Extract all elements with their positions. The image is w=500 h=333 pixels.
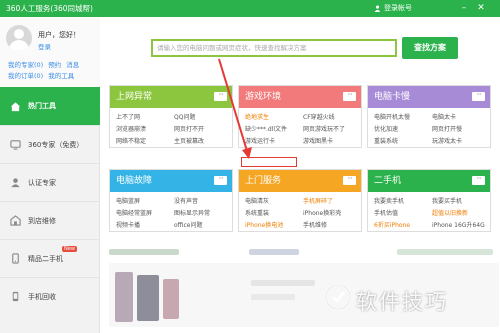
- blurred-thumbnail: [115, 272, 133, 322]
- blurred-promo-text: [397, 249, 493, 255]
- user-links-row-1: 我的专家(0) 预约 消息: [8, 59, 79, 69]
- card-link[interactable]: 没有声音: [174, 196, 230, 205]
- user-greeting: 用户，您好！: [38, 31, 80, 39]
- card-link[interactable]: 我要卖手机: [374, 196, 430, 205]
- card-title: 上门服务: [245, 176, 282, 186]
- my-orders-link[interactable]: 我的订单(0): [8, 70, 43, 80]
- card-link[interactable]: 手机屏碎了: [303, 196, 359, 205]
- card-pc-fault: 电脑故障 ··· 电脑蓝屏 没有声音 电脑经常蓝屏 图标显示异常 视频卡播 of…: [109, 169, 233, 232]
- user-links-row-2: 我的订单(0) 我的工具: [8, 70, 74, 80]
- card-link[interactable]: 手机维修: [303, 220, 359, 229]
- search-input[interactable]: 请输入您的电脑问题或网页症状，快速查找解决方案: [151, 39, 397, 57]
- window-title: 360人工服务(360同城帮): [6, 4, 93, 13]
- card-link[interactable]: 电脑经常蓝屏: [116, 208, 172, 217]
- card-link[interactable]: CF穿越火线: [303, 112, 359, 121]
- card-link[interactable]: office问题: [174, 220, 230, 229]
- card-link[interactable]: 6折买iPhone: [374, 220, 430, 229]
- watermark-text: 软件技巧: [356, 290, 448, 314]
- card-link[interactable]: iPhone 16G升64G: [432, 220, 488, 229]
- sidebar-item-360-expert[interactable]: 360专家（免费）: [0, 125, 100, 163]
- card-link[interactable]: iPhone换电池: [245, 220, 301, 229]
- card-link[interactable]: 网络不稳定: [116, 136, 172, 145]
- more-icon[interactable]: ···: [214, 175, 227, 185]
- new-badge: New: [62, 246, 77, 252]
- sidebar-item-used-phones[interactable]: 精品二手机 New: [0, 239, 100, 277]
- card-link[interactable]: 浏览器崩溃: [116, 124, 172, 133]
- user-panel: 用户，您好！ 登录 我的专家(0) 预约 消息 我的订单(0) 我的工具: [0, 17, 100, 87]
- card-link[interactable]: iPhone换彩壳: [303, 208, 359, 217]
- login-link[interactable]: 登录: [38, 41, 51, 51]
- appointment-link[interactable]: 预约: [48, 59, 61, 69]
- sidebar-item-certified-expert[interactable]: 认证专家: [0, 163, 100, 201]
- card-link[interactable]: 电脑太卡: [432, 112, 488, 121]
- sidebar-item-store-repair[interactable]: 到店维修: [0, 201, 100, 239]
- card-link[interactable]: 手机估值: [374, 208, 430, 217]
- card-link[interactable]: 电脑清灰: [245, 196, 301, 205]
- blurred-promo-text: [251, 294, 295, 300]
- more-icon[interactable]: ···: [472, 91, 485, 101]
- card-link[interactable]: 优化加速: [374, 124, 430, 133]
- blurred-thumbnail: [137, 275, 159, 321]
- arrow-icon: [218, 58, 252, 159]
- card-title: 上网异常: [116, 92, 153, 102]
- watermark-logo-icon: [325, 284, 351, 310]
- user-icon: [374, 5, 381, 12]
- card-onsite-service: 上门服务 ··· 电脑清灰 手机屏碎了 系统重装 iPhone换彩壳 iPhon…: [238, 169, 362, 232]
- close-icon[interactable]: ✕: [475, 2, 487, 14]
- more-icon[interactable]: ···: [343, 175, 356, 185]
- card-link[interactable]: 上不了网: [116, 112, 172, 121]
- certified-icon: [11, 178, 20, 188]
- sidebar-item-label: 热门工具: [28, 102, 56, 110]
- sidebar-item-label: 360专家（免费）: [28, 140, 84, 149]
- card-link[interactable]: 电脑开机太慢: [374, 112, 430, 121]
- avatar[interactable]: [6, 25, 32, 51]
- card-used-phone: 二手机 ··· 我要卖手机 我要买手机 手机估值 超值以旧换新 6折买iPhon…: [367, 169, 491, 232]
- expert-icon: [10, 140, 21, 150]
- login-account-button[interactable]: 登录帐号: [374, 3, 412, 13]
- sidebar-item-label: 到店维修: [28, 216, 56, 225]
- minimize-icon[interactable]: –: [458, 2, 470, 14]
- sidebar-item-label: 手机回收: [28, 292, 56, 301]
- login-label: 登录帐号: [384, 4, 412, 12]
- card-link[interactable]: 视频卡播: [116, 220, 172, 229]
- sidebar-item-phone-recycle[interactable]: 手机回收: [0, 277, 100, 315]
- card-link[interactable]: 网页游戏玩不了: [303, 124, 359, 133]
- sidebar-item-label: 精品二手机: [28, 254, 63, 263]
- phone-icon: [12, 253, 19, 264]
- blurred-promo-text: [249, 249, 299, 255]
- card-title: 电脑故障: [116, 176, 153, 186]
- my-experts-link[interactable]: 我的专家(0): [8, 59, 43, 69]
- my-tools-link[interactable]: 我的工具: [48, 70, 74, 80]
- card-link[interactable]: 网页打开慢: [432, 124, 488, 133]
- search-button[interactable]: 查找方案: [402, 37, 458, 59]
- main-content: 请输入您的电脑问题或网页症状，快速查找解决方案 查找方案 上网异常 ··· 上不…: [101, 17, 500, 333]
- title-bar: 360人工服务(360同城帮) 登录帐号 – ✕: [0, 0, 500, 17]
- card-link[interactable]: 玩游戏太卡: [432, 136, 488, 145]
- card-slow-pc: 电脑卡慢 ··· 电脑开机太慢 电脑太卡 优化加速 网页打开慢 重装系统 玩游戏…: [367, 85, 491, 148]
- more-icon[interactable]: ···: [343, 91, 356, 101]
- repair-icon: [10, 215, 21, 226]
- more-icon[interactable]: ···: [472, 175, 485, 185]
- sidebar: 用户，您好！ 登录 我的专家(0) 预约 消息 我的订单(0) 我的工具 热门工…: [0, 17, 100, 333]
- card-title: 二手机: [374, 176, 402, 186]
- sidebar-item-hot-tools[interactable]: 热门工具: [0, 87, 100, 125]
- card-link[interactable]: 电脑蓝屏: [116, 196, 172, 205]
- card-title: 电脑卡慢: [374, 92, 411, 102]
- home-icon: [10, 101, 21, 111]
- blurred-thumbnail: [163, 279, 179, 319]
- blurred-promo-text: [251, 280, 315, 286]
- card-link[interactable]: 游戏图黑卡: [303, 136, 359, 145]
- card-link[interactable]: 我要买手机: [432, 196, 488, 205]
- card-link[interactable]: 图标显示异常: [174, 208, 230, 217]
- card-link[interactable]: 系统重装: [245, 208, 301, 217]
- blurred-promo-text: [109, 249, 179, 255]
- recycle-icon: [12, 291, 19, 302]
- messages-link[interactable]: 消息: [66, 59, 79, 69]
- card-link[interactable]: 重装系统: [374, 136, 430, 145]
- sidebar-item-label: 认证专家: [28, 178, 56, 187]
- card-link[interactable]: 超值以旧换新: [432, 208, 488, 217]
